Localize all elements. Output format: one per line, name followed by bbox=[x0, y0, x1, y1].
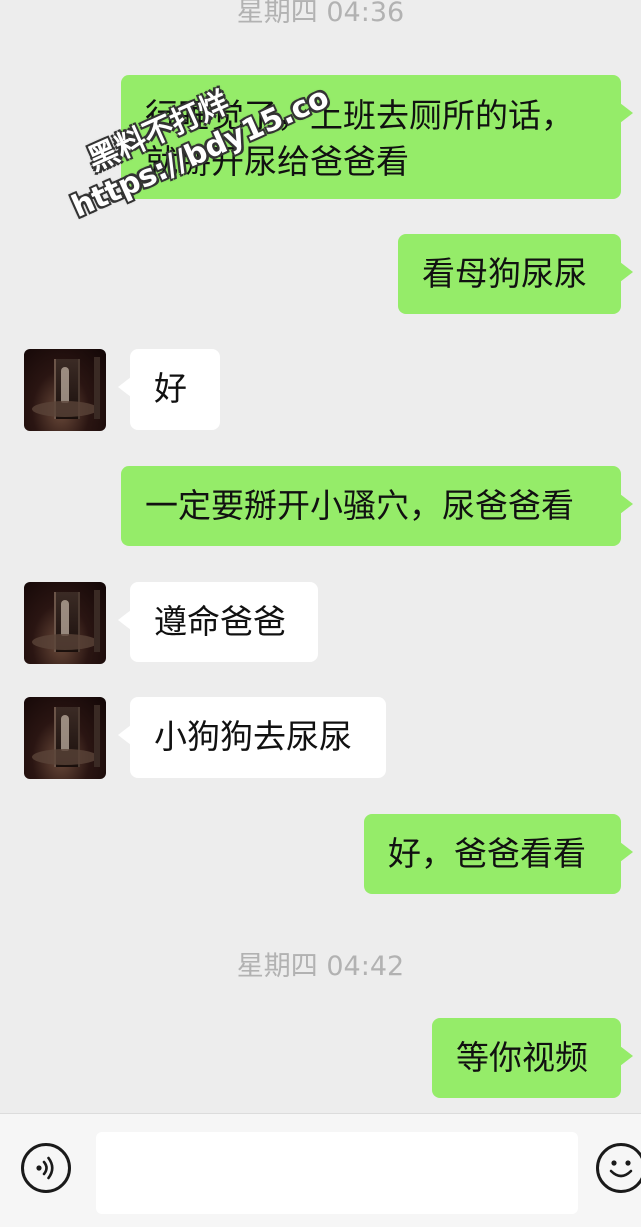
message-text: 小狗狗去尿尿 bbox=[154, 717, 352, 756]
voice-icon[interactable] bbox=[21, 1143, 71, 1193]
message-text: 一定要掰开小骚穴，尿爸爸看 bbox=[145, 486, 574, 525]
message-bubble[interactable]: 好 bbox=[118, 349, 220, 430]
message-text: 等你视频 bbox=[456, 1038, 588, 1077]
message-bubble[interactable]: 小狗狗去尿尿 bbox=[118, 697, 386, 778]
message-input[interactable] bbox=[96, 1132, 578, 1214]
avatar[interactable] bbox=[24, 349, 106, 431]
timestamp: 星期四 04:42 bbox=[236, 951, 405, 982]
message-bubble[interactable]: 遵命爸爸 bbox=[118, 582, 318, 662]
chat-area[interactable]: 星期四 04:36 行睡觉了，上班去厕所的话， 就掰开尿给爸爸看 看母狗尿尿 好… bbox=[0, 0, 641, 1112]
message-text: 看母狗尿尿 bbox=[422, 254, 587, 293]
input-bar bbox=[0, 1113, 641, 1227]
message-bubble[interactable]: 好，爸爸看看 bbox=[364, 814, 633, 894]
message-text: 遵命爸爸 bbox=[154, 602, 286, 641]
message-text: 好，爸爸看看 bbox=[388, 834, 586, 873]
message-text: 好 bbox=[154, 369, 187, 408]
avatar[interactable] bbox=[24, 697, 106, 779]
emoji-icon[interactable] bbox=[596, 1143, 641, 1193]
avatar[interactable] bbox=[24, 582, 106, 664]
timestamp: 星期四 04:36 bbox=[236, 0, 405, 28]
message-bubble[interactable]: 一定要掰开小骚穴，尿爸爸看 bbox=[121, 466, 633, 546]
message-bubble[interactable]: 看母狗尿尿 bbox=[398, 234, 633, 314]
message-bubble[interactable]: 等你视频 bbox=[432, 1018, 633, 1098]
